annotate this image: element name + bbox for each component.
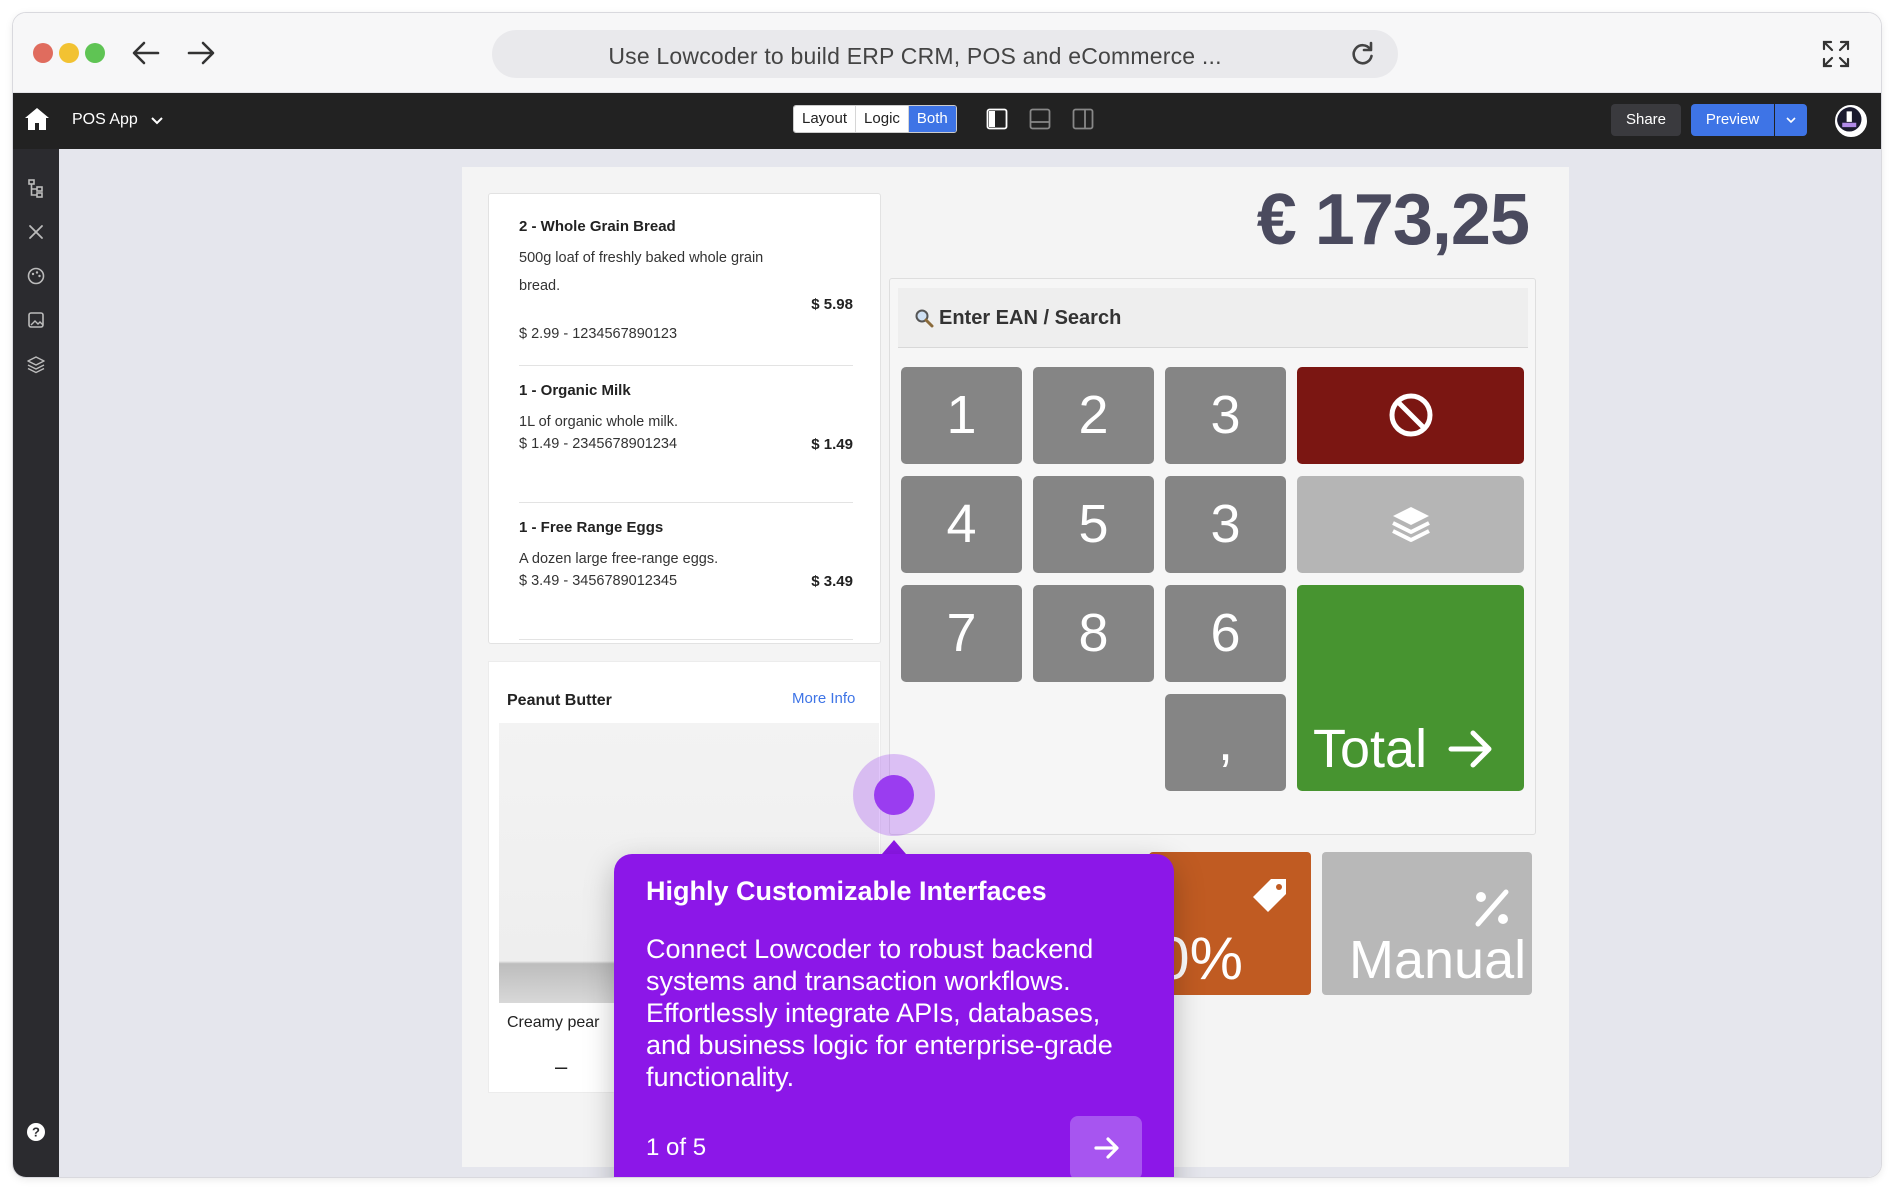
cart-item-title: 2 - Whole Grain Bread bbox=[519, 218, 676, 235]
manual-button[interactable]: Manual bbox=[1322, 852, 1532, 995]
bottom-panel-toggle-icon[interactable] bbox=[1028, 107, 1052, 131]
preview-button[interactable]: Preview bbox=[1691, 104, 1774, 136]
app-toolbar: POS App Layout Logic Both Share Preview bbox=[13, 93, 1881, 149]
tour-beacon-dot[interactable] bbox=[874, 775, 914, 815]
cart-item-meta: $ 2.99 - 1234567890123 bbox=[519, 326, 678, 342]
total-label: Total bbox=[1313, 719, 1428, 779]
layers-icon[interactable] bbox=[25, 353, 47, 375]
right-panel-toggle-icon[interactable] bbox=[1071, 107, 1095, 131]
layers-icon bbox=[1391, 507, 1430, 542]
svg-text:?: ? bbox=[32, 1125, 40, 1140]
cart-item-description: 1L of organic whole milk. bbox=[519, 414, 679, 430]
address-bar[interactable]: Use Lowcoder to build ERP CRM, POS and e… bbox=[492, 30, 1398, 78]
cart-list: 2 - Whole Grain Bread 500g loaf of fresh… bbox=[488, 193, 881, 644]
cancel-button[interactable] bbox=[1297, 367, 1524, 464]
cart-item-meta: $ 1.49 - 2345678901234 bbox=[519, 436, 678, 452]
mode-both-button[interactable]: Both bbox=[908, 106, 956, 132]
close-window-button[interactable] bbox=[33, 43, 53, 63]
key-7[interactable]: 7 bbox=[901, 585, 1022, 682]
cart-item[interactable]: 1 - Free Range Eggs A dozen large free-r… bbox=[519, 519, 853, 640]
key-3[interactable]: 3 bbox=[1165, 367, 1286, 464]
address-bar-text: Use Lowcoder to build ERP CRM, POS and e… bbox=[608, 43, 1222, 69]
editor-mode-toggle: Layout Logic Both bbox=[793, 105, 957, 133]
help-icon[interactable]: ? bbox=[25, 1121, 47, 1143]
search-icon bbox=[915, 309, 934, 328]
total-button[interactable]: Total bbox=[1297, 585, 1524, 791]
cart-item[interactable]: 2 - Whole Grain Bread 500g loaf of fresh… bbox=[519, 218, 853, 366]
user-avatar[interactable] bbox=[1835, 105, 1867, 137]
forward-arrow-icon[interactable] bbox=[185, 39, 217, 67]
key-4[interactable]: 4 bbox=[901, 476, 1022, 573]
back-arrow-icon[interactable] bbox=[130, 39, 162, 67]
app-name[interactable]: POS App bbox=[72, 111, 138, 129]
key-comma[interactable]: , bbox=[1165, 694, 1286, 791]
cart-item-title: 1 - Organic Milk bbox=[519, 382, 631, 399]
cart-item-price: $ 1.49 bbox=[811, 436, 853, 453]
ean-search-input[interactable]: Enter EAN / Search bbox=[898, 288, 1528, 348]
keypad-panel: Enter EAN / Search 1 2 3 4 5 3 7 8 6 , T… bbox=[889, 278, 1536, 835]
key-8[interactable]: 8 bbox=[1033, 585, 1154, 682]
key-3b[interactable]: 3 bbox=[1165, 476, 1286, 573]
layers-button[interactable] bbox=[1297, 476, 1524, 573]
structure-tree-icon[interactable] bbox=[25, 177, 47, 199]
search-placeholder: Enter EAN / Search bbox=[939, 307, 1122, 329]
fullscreen-icon[interactable] bbox=[1821, 39, 1851, 69]
product-description: Creamy pear bbox=[507, 1014, 600, 1031]
key-5[interactable]: 5 bbox=[1033, 476, 1154, 573]
editor-canvas: 2 - Whole Grain Bread 500g loaf of fresh… bbox=[59, 149, 1881, 1177]
cart-item-description: A dozen large free-range eggs. bbox=[519, 551, 719, 567]
cart-item-title: 1 - Free Range Eggs bbox=[519, 519, 664, 536]
arrow-right-icon bbox=[1448, 730, 1492, 768]
key-1[interactable]: 1 bbox=[901, 367, 1022, 464]
preview-dropdown-button[interactable] bbox=[1775, 104, 1807, 136]
cart-item-description: 500g loaf of freshly baked whole grain b… bbox=[519, 250, 764, 294]
browser-chrome: Use Lowcoder to build ERP CRM, POS and e… bbox=[13, 13, 1881, 93]
reload-icon[interactable] bbox=[1348, 40, 1376, 68]
tour-popover: Highly Customizable Interfaces Connect L… bbox=[614, 854, 1174, 1177]
avatar-icon bbox=[1837, 107, 1862, 132]
left-panel-toggle-icon[interactable] bbox=[985, 107, 1009, 131]
share-button[interactable]: Share bbox=[1611, 104, 1681, 136]
palette-icon[interactable] bbox=[25, 265, 47, 287]
mode-layout-button[interactable]: Layout bbox=[794, 106, 857, 132]
tour-body: Connect Lowcoder to robust backend syste… bbox=[646, 934, 1113, 1092]
browser-window: Use Lowcoder to build ERP CRM, POS and e… bbox=[12, 12, 1882, 1178]
tour-step-counter: 1 of 5 bbox=[646, 1134, 707, 1161]
cart-item-meta: $ 3.49 - 3456789012345 bbox=[519, 573, 678, 589]
quantity-decrease-button[interactable]: – bbox=[555, 1054, 567, 1080]
tour-title: Highly Customizable Interfaces bbox=[646, 876, 1047, 906]
maximize-window-button[interactable] bbox=[85, 43, 105, 63]
image-icon[interactable] bbox=[25, 309, 47, 331]
mode-logic-button[interactable]: Logic bbox=[856, 106, 909, 132]
chevron-down-icon bbox=[1786, 117, 1796, 124]
left-rail: ? bbox=[13, 149, 59, 1177]
tour-popover-arrow bbox=[882, 840, 906, 854]
cancel-icon bbox=[1389, 393, 1432, 437]
product-name: Peanut Butter bbox=[507, 692, 612, 709]
percent-icon bbox=[1475, 889, 1509, 927]
tour-next-button[interactable] bbox=[1070, 1116, 1142, 1177]
tools-icon[interactable] bbox=[25, 221, 47, 243]
chevron-down-icon[interactable] bbox=[150, 114, 164, 128]
key-2[interactable]: 2 bbox=[1033, 367, 1154, 464]
manual-label: Manual bbox=[1349, 930, 1527, 990]
total-amount: € 173,25 bbox=[1256, 180, 1530, 260]
arrow-right-icon bbox=[1094, 1137, 1119, 1159]
cart-item[interactable]: 1 - Organic Milk 1L of organic whole mil… bbox=[519, 382, 853, 503]
minimize-window-button[interactable] bbox=[59, 43, 79, 63]
more-info-link[interactable]: More Info bbox=[792, 690, 855, 707]
tag-icon bbox=[1253, 879, 1286, 912]
total-button-content: Total bbox=[1313, 719, 1495, 779]
key-6[interactable]: 6 bbox=[1165, 585, 1286, 682]
cart-item-price: $ 5.98 bbox=[811, 296, 853, 313]
cart-item-price: $ 3.49 bbox=[811, 573, 853, 590]
home-icon[interactable] bbox=[23, 105, 51, 133]
